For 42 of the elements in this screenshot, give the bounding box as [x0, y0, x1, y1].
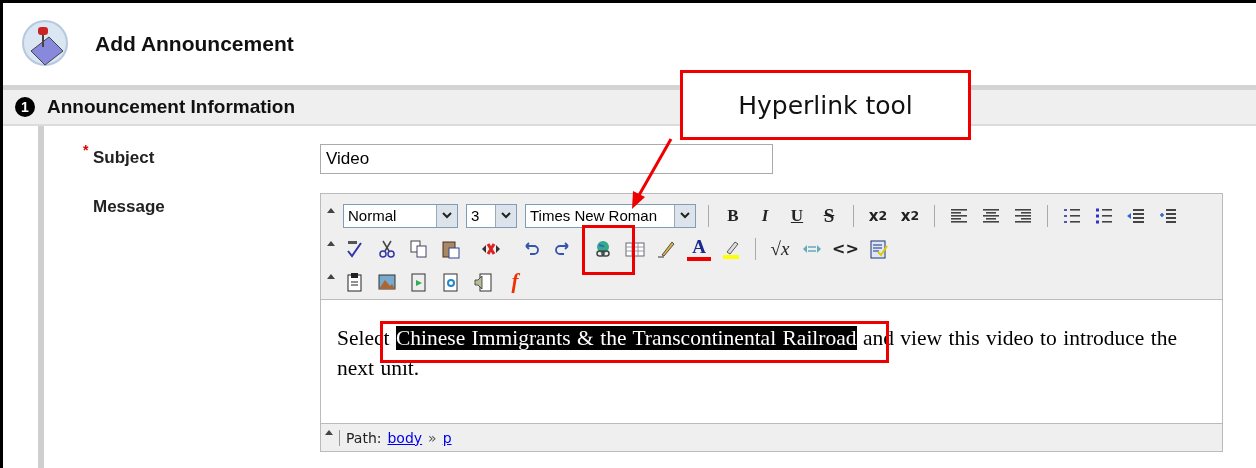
document-icon [441, 271, 461, 292]
callout-label: Hyperlink tool [680, 70, 971, 140]
step-number: 1 [15, 97, 35, 117]
chevron-icon [501, 212, 511, 219]
path-link[interactable]: p [442, 429, 452, 446]
chevron-icon [442, 212, 452, 219]
collapse-icon[interactable] [327, 274, 335, 279]
font-select[interactable]: Times New Roman [525, 203, 696, 228]
section-title: Announcement Information [47, 96, 296, 118]
globe-chain-icon [593, 238, 613, 259]
code-button[interactable]: <> [832, 235, 859, 262]
media-document-icon [409, 271, 429, 292]
italic-button[interactable]: I [753, 202, 777, 229]
collapse-icon[interactable] [327, 241, 335, 246]
clipboard-icon [345, 271, 365, 292]
paste-icon [441, 238, 461, 259]
message-label: Message [93, 196, 166, 217]
cut-icon [377, 238, 397, 259]
chevron-icon [680, 212, 690, 219]
highlight-frame [582, 225, 635, 275]
spellcheck-icon [345, 238, 365, 259]
collapse-icon[interactable] [327, 208, 335, 213]
required-mark: * [83, 142, 89, 158]
notepad-pin-icon [21, 19, 71, 69]
font-color-button[interactable]: A [687, 236, 711, 261]
page-title: Add Announcement [95, 32, 294, 56]
document-check-icon [868, 238, 889, 259]
style-select[interactable]: Normal [343, 203, 458, 228]
math-button[interactable]: √x [768, 235, 792, 262]
copy-icon [409, 238, 429, 259]
size-select[interactable]: 3 [466, 203, 517, 228]
strike-button[interactable]: S [817, 202, 841, 229]
bold-button[interactable]: B [721, 202, 745, 229]
image-icon [377, 271, 397, 292]
path-label: Path: [339, 429, 382, 446]
underline-button[interactable]: U [785, 202, 809, 229]
flash-button[interactable]: f [503, 268, 527, 295]
collapse-icon[interactable] [325, 430, 333, 435]
path-separator: » [428, 429, 437, 446]
path-link[interactable]: body [387, 429, 423, 446]
subject-field[interactable]: Video [320, 144, 773, 174]
speaker-document-icon [473, 271, 493, 292]
